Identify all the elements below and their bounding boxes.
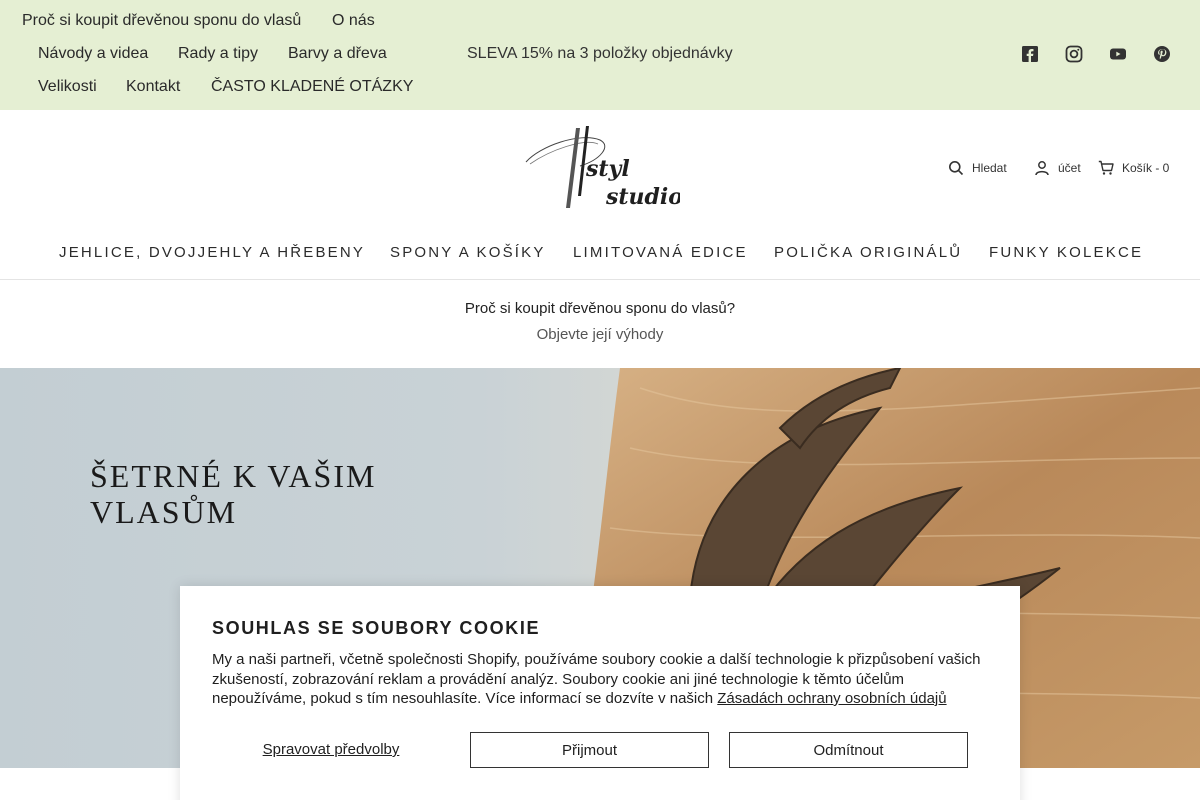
cookie-title: SOUHLAS SE SOUBORY COOKIE	[212, 618, 541, 638]
manage-preferences-link[interactable]: Spravovat předvolby	[212, 732, 450, 768]
nav-limited-edition[interactable]: LIMITOVANÁ EDICE	[573, 243, 748, 263]
hero-heading-line-2: VLASŮM	[90, 494, 238, 530]
cookie-consent-dialog: SOUHLAS SE SOUBORY COOKIE My a naši part…	[180, 586, 1020, 800]
top-link-sizes[interactable]: Velikosti	[38, 77, 97, 97]
top-link-contact[interactable]: Kontakt	[126, 77, 180, 97]
facebook-icon[interactable]	[1020, 44, 1040, 64]
top-announcement-bar: Proč si koupit dřevěnou sponu do vlasů O…	[0, 0, 1200, 110]
youtube-icon[interactable]	[1108, 44, 1128, 64]
nav-clips-baskets[interactable]: SPONY A KOŠÍKY	[390, 243, 546, 263]
logo-text-styl: styl	[585, 156, 630, 182]
privacy-policy-link[interactable]: Zásadách ochrany osobních údajů	[717, 690, 946, 707]
promo-message: SLEVA 15% na 3 položky objednávky	[467, 45, 733, 62]
hero-heading-line-1: ŠETRNÉ K VAŠIM	[90, 458, 377, 494]
logo-styl-studio[interactable]: styl studio	[520, 120, 683, 216]
info-strip: Proč si koupit dřevěnou sponu do vlasů? …	[0, 281, 1200, 368]
cookie-text: My a naši partneři, včetně společnosti S…	[212, 650, 992, 709]
search-label: Hledat	[972, 161, 1007, 175]
info-strip-link[interactable]: Objevte její výhody	[0, 326, 1200, 344]
main-navigation: JEHLICE, DVOJJEHLY A HŘEBENY SPONY A KOŠ…	[0, 232, 1200, 280]
top-link-colors-woods[interactable]: Barvy a dřeva	[288, 44, 387, 64]
logo-text-studio: studio	[605, 184, 680, 210]
nav-pins-combs[interactable]: JEHLICE, DVOJJEHLY A HŘEBENY	[59, 243, 365, 263]
instagram-icon[interactable]	[1064, 44, 1084, 64]
account-label: účet	[1058, 161, 1081, 175]
nav-funky-collection[interactable]: FUNKY KOLEKCE	[989, 243, 1143, 263]
search-icon	[949, 161, 964, 176]
decline-cookies-button[interactable]: Odmítnout	[729, 732, 968, 768]
accept-cookies-button[interactable]: Přijmout	[470, 732, 709, 768]
cart-label: Košík - 0	[1122, 161, 1170, 175]
account-button[interactable]: účet	[1034, 158, 1081, 178]
search-button[interactable]: Hledat	[948, 158, 1007, 178]
cart-icon	[1098, 160, 1114, 175]
user-icon	[1035, 161, 1049, 176]
nav-originals-shelf[interactable]: POLIČKA ORIGINÁLŮ	[774, 243, 962, 263]
cart-button[interactable]: Košík - 0	[1098, 158, 1169, 178]
top-link-about[interactable]: O nás	[332, 11, 375, 31]
top-link-why-wooden-clip[interactable]: Proč si koupit dřevěnou sponu do vlasů	[22, 11, 301, 31]
top-link-tips[interactable]: Rady a tipy	[178, 44, 258, 64]
pinterest-icon[interactable]	[1152, 44, 1172, 64]
top-link-faq[interactable]: ČASTO KLADENÉ OTÁZKY	[211, 77, 413, 97]
info-strip-title: Proč si koupit dřevěnou sponu do vlasů?	[464, 300, 736, 317]
top-link-guides-videos[interactable]: Návody a videa	[38, 44, 148, 64]
hero-heading: ŠETRNÉ K VAŠIM VLASŮM	[90, 458, 510, 530]
